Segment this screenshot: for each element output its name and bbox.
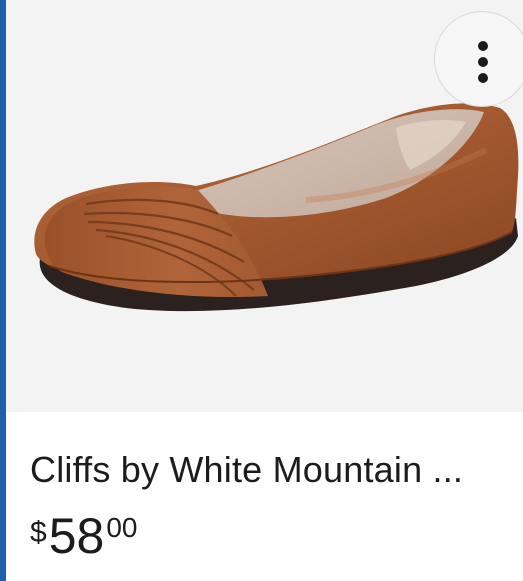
price-currency: $ [30, 516, 47, 549]
product-info: Cliffs by White Mountain ... $ 58 00 [6, 412, 523, 581]
product-title[interactable]: Cliffs by White Mountain ... [30, 448, 520, 492]
product-card[interactable]: Cliffs by White Mountain ... $ 58 00 [0, 0, 523, 581]
more-vertical-icon [478, 41, 488, 51]
price-dollars: 58 [48, 508, 105, 564]
product-price: $ 58 00 [30, 508, 137, 564]
more-vertical-icon-dot [478, 73, 488, 83]
price-cents: 00 [106, 512, 138, 543]
more-vertical-icon-dot [478, 57, 488, 67]
product-image[interactable] [6, 0, 523, 412]
more-options-button[interactable] [434, 11, 523, 107]
